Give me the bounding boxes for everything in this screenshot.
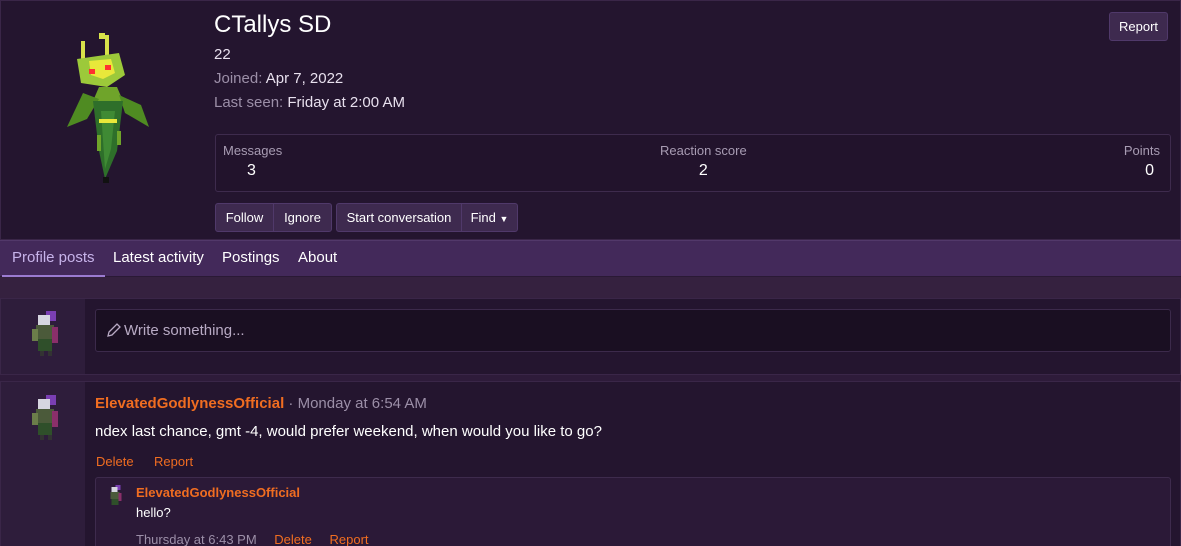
comment-body: hello? — [136, 505, 171, 520]
post-header: ElevatedGodlynessOfficial · Monday at 6:… — [95, 395, 427, 412]
tab-profile-posts[interactable]: Profile posts — [2, 241, 105, 277]
comment-delete-link[interactable]: Delete — [274, 532, 312, 546]
stat-points[interactable]: Points 0 — [1124, 143, 1160, 180]
pencil-icon — [107, 323, 121, 337]
profile-stats: Messages 3 Reaction score 2 Points 0 — [215, 134, 1171, 192]
last-seen-label: Last seen: — [214, 94, 284, 111]
post-actions: Delete Report — [96, 453, 193, 471]
profile-post-composer — [0, 298, 1181, 375]
avatar[interactable] — [28, 393, 62, 441]
profile-post: ElevatedGodlynessOfficial · Monday at 6:… — [0, 381, 1181, 546]
post-separator: · — [284, 395, 298, 412]
tab-latest-activity[interactable]: Latest activity — [113, 241, 204, 277]
tab-about[interactable]: About — [298, 241, 337, 277]
write-something-field[interactable] — [95, 309, 1171, 352]
avatar[interactable] — [28, 309, 62, 357]
ignore-button[interactable]: Ignore — [273, 203, 332, 232]
stat-messages[interactable]: Messages 3 — [223, 143, 282, 180]
leavanny-sprite-icon — [67, 33, 149, 183]
follow-button[interactable]: Follow — [215, 203, 274, 232]
find-label: Find — [470, 210, 496, 225]
post-avatar-column — [1, 382, 85, 546]
user-avatar-icon — [32, 311, 58, 356]
start-conversation-button[interactable]: Start conversation — [336, 203, 462, 232]
stat-label: Reaction score — [660, 143, 747, 158]
stat-value: 0 — [1145, 162, 1154, 179]
profile-username: CTallys SD — [214, 11, 332, 38]
post-report-link[interactable]: Report — [154, 454, 193, 469]
stat-value: 3 — [247, 162, 256, 179]
post-body: ndex last chance, gmt -4, would prefer w… — [95, 423, 602, 440]
comment-author-link[interactable]: ElevatedGodlynessOfficial — [136, 485, 300, 500]
stat-reaction-score[interactable]: Reaction score 2 — [660, 143, 747, 180]
post-comment: ElevatedGodlynessOfficial hello? Thursda… — [95, 477, 1171, 546]
post-time[interactable]: Monday at 6:54 AM — [298, 395, 427, 412]
post-delete-link[interactable]: Delete — [96, 454, 134, 469]
comment-report-link[interactable]: Report — [330, 532, 369, 546]
composer-avatar-column — [1, 299, 85, 374]
profile-tabs: Profile posts Latest activity Postings A… — [0, 240, 1181, 277]
joined-date: Apr 7, 2022 — [265, 70, 344, 87]
joined-line: Joined: Apr 7, 2022 — [214, 70, 343, 87]
section-spacer — [0, 277, 1181, 298]
profile-age: 22 — [214, 46, 231, 63]
user-avatar-icon — [32, 395, 58, 440]
comment-footer: Thursday at 6:43 PM Delete Report — [136, 532, 369, 546]
stat-value: 2 — [698, 162, 708, 179]
stat-label: Points — [1123, 143, 1160, 158]
tab-postings[interactable]: Postings — [222, 241, 280, 277]
comment-time[interactable]: Thursday at 6:43 PM — [136, 532, 257, 546]
last-seen-line: Last seen: Friday at 2:00 AM — [214, 94, 405, 111]
stat-label: Messages — [223, 143, 283, 158]
joined-label: Joined: — [214, 70, 263, 87]
profile-header: CTallys SD 22 Joined: Apr 7, 2022 Last s… — [0, 0, 1181, 240]
caret-down-icon: ▼ — [499, 214, 509, 224]
last-seen-value[interactable]: Friday at 2:00 AM — [287, 94, 405, 111]
find-dropdown-button[interactable]: Find ▼ — [461, 203, 518, 232]
comment-avatar-icon[interactable] — [106, 484, 124, 508]
write-something-input[interactable] — [124, 310, 1164, 351]
report-profile-button[interactable]: Report — [1109, 12, 1168, 41]
post-author-link[interactable]: ElevatedGodlynessOfficial — [95, 395, 284, 412]
profile-avatar[interactable] — [59, 31, 159, 186]
